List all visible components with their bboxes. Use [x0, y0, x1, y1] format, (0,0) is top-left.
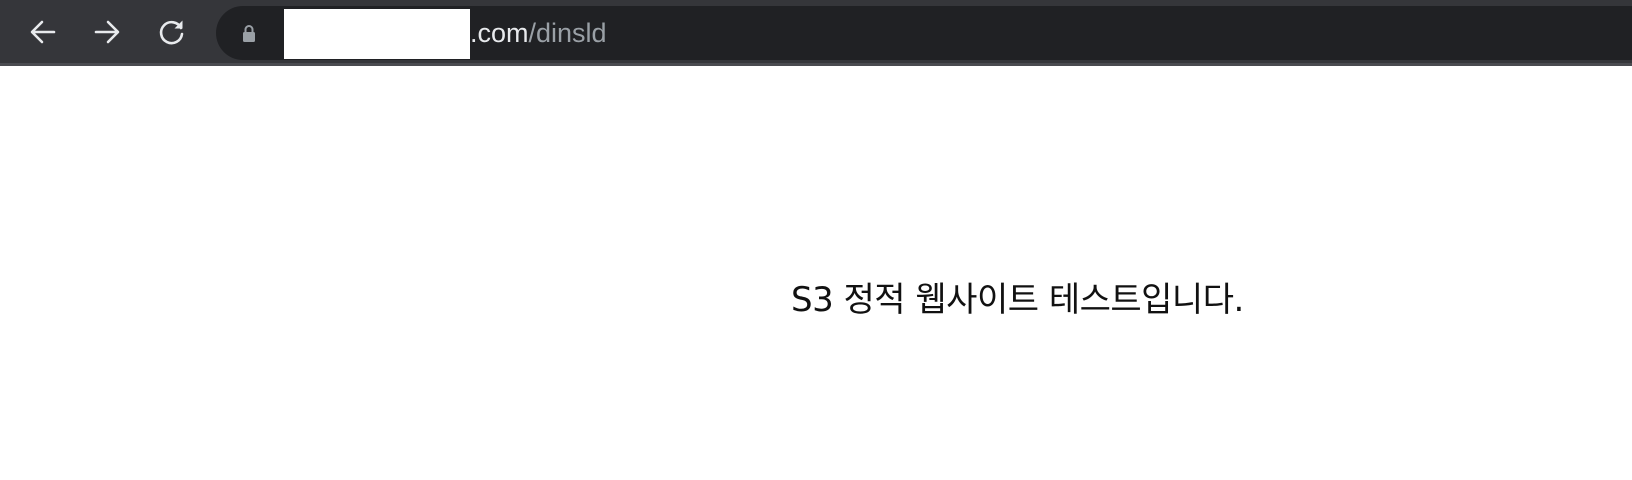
- arrow-right-icon: [94, 20, 120, 44]
- lock-icon[interactable]: [241, 24, 257, 42]
- page-message: S3 정적 웹사이트 테스트입니다.: [791, 280, 1244, 320]
- forward-button[interactable]: [88, 13, 126, 51]
- page-content: S3 정적 웹사이트 테스트입니다.: [0, 66, 1632, 480]
- reload-button[interactable]: [153, 13, 191, 51]
- reload-icon: [159, 20, 184, 45]
- url-path: /dinsld: [528, 18, 607, 48]
- url-redaction: [284, 9, 470, 59]
- url-text[interactable]: .com/dinsld: [470, 6, 607, 60]
- address-bar[interactable]: .com/dinsld: [216, 6, 1632, 60]
- back-button[interactable]: [24, 13, 62, 51]
- arrow-left-icon: [30, 20, 56, 44]
- url-host: .com: [470, 18, 529, 48]
- browser-toolbar: .com/dinsld: [0, 0, 1632, 66]
